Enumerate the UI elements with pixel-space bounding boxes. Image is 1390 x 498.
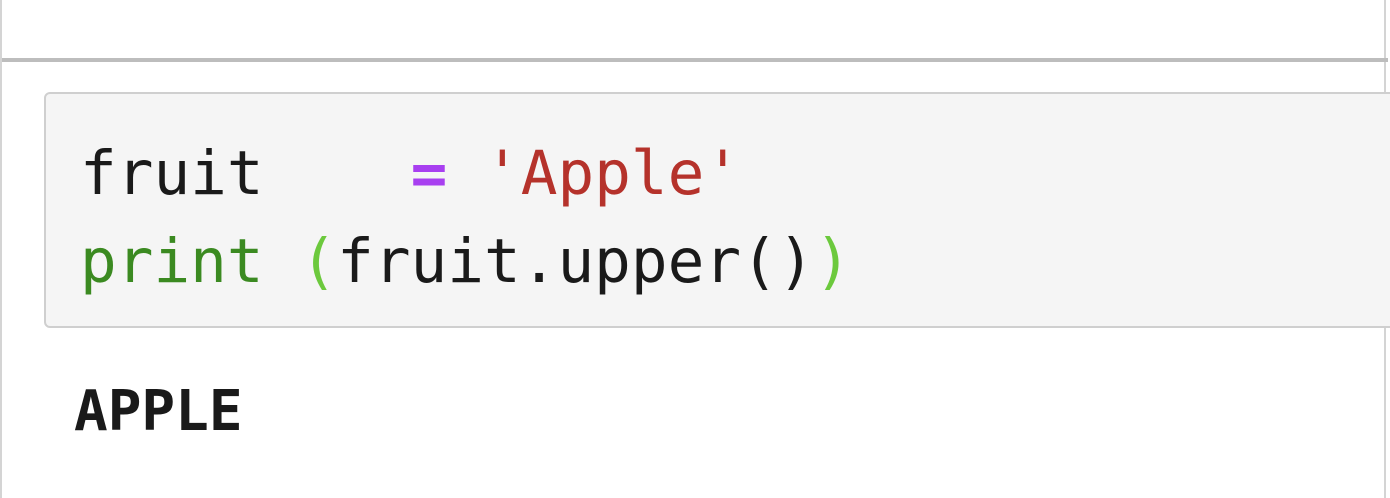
close-paren: ) <box>814 226 852 297</box>
cell-divider <box>2 58 1388 62</box>
open-paren: ( <box>300 226 338 297</box>
code-line-1: fruit = 'Apple' <box>80 138 741 209</box>
call-expression: fruit.upper() <box>337 226 815 297</box>
print-builtin: print <box>80 226 264 297</box>
spacing-token <box>300 138 410 209</box>
assign-operator: = <box>410 138 448 209</box>
variable-token: fruit <box>80 138 264 209</box>
code-text[interactable]: fruit = 'Apple' print (fruit.upper()) <box>80 130 851 306</box>
code-cell-input[interactable]: fruit = 'Apple' print (fruit.upper()) <box>44 92 1390 328</box>
string-literal: 'Apple' <box>484 138 742 209</box>
code-line-2: print (fruit.upper()) <box>80 226 851 297</box>
notebook-frame: fruit = 'Apple' print (fruit.upper()) AP… <box>0 0 1390 498</box>
cell-output: APPLE <box>74 379 243 444</box>
